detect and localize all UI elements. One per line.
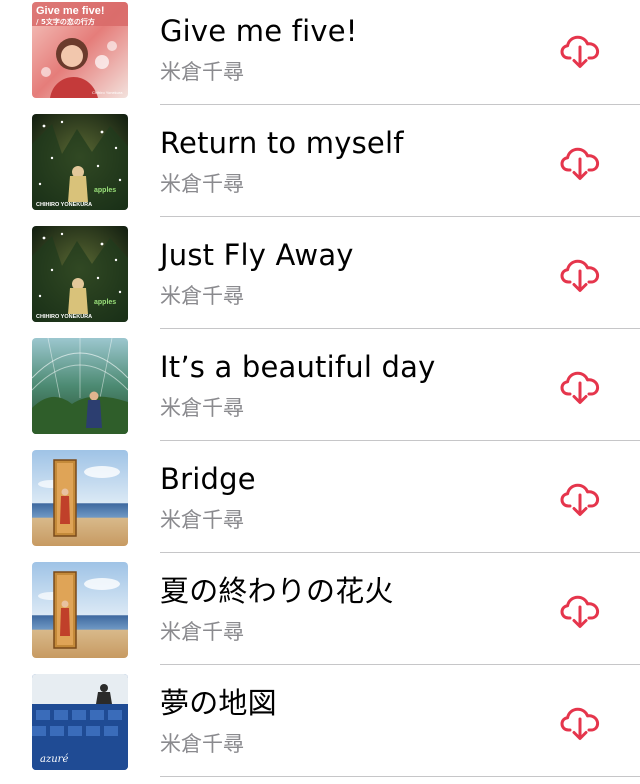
song-artist: 米倉千尋 bbox=[160, 396, 244, 420]
song-title: Bridge bbox=[160, 462, 256, 496]
song-row[interactable]: It’s a beautiful day 米倉千尋 bbox=[0, 336, 640, 448]
row-separator bbox=[160, 216, 640, 217]
cover-subheading: / 5文字の恋の行方 bbox=[36, 17, 95, 26]
cover-brand: apples bbox=[94, 187, 116, 194]
song-row[interactable]: Give me five! / 5文字の恋の行方 Chihiro Yonekur… bbox=[0, 0, 640, 112]
cover-footer: CHIHIRO YONEKURA bbox=[36, 202, 92, 208]
song-artist: 米倉千尋 bbox=[160, 732, 244, 756]
song-title: It’s a beautiful day bbox=[160, 350, 436, 384]
song-artist: 米倉千尋 bbox=[160, 172, 244, 196]
row-separator bbox=[160, 552, 640, 553]
song-row[interactable]: azuré 夢の地図米倉千尋 bbox=[0, 672, 640, 784]
row-separator bbox=[160, 776, 640, 777]
song-artist: 米倉千尋 bbox=[160, 60, 244, 84]
cover-footer: CHIHIRO YONEKURA bbox=[36, 314, 92, 320]
song-title: 夢の地図 bbox=[160, 686, 277, 720]
cover-heading: Give me five! bbox=[36, 5, 104, 17]
cloud-download-icon bbox=[559, 702, 601, 744]
album-artwork: Give me five! / 5文字の恋の行方 Chihiro Yonekur… bbox=[32, 2, 128, 98]
row-separator bbox=[160, 440, 640, 441]
song-row[interactable]: Bridge 米倉千尋 bbox=[0, 448, 640, 560]
album-artwork: apples CHIHIRO YONEKURA bbox=[32, 226, 128, 322]
download-button[interactable] bbox=[559, 478, 601, 520]
song-row[interactable]: 夏の終わりの花火米倉千尋 bbox=[0, 560, 640, 672]
song-title: Just Fly Away bbox=[160, 238, 354, 272]
song-artist: 米倉千尋 bbox=[160, 284, 244, 308]
song-list: Give me five! / 5文字の恋の行方 Chihiro Yonekur… bbox=[0, 0, 640, 777]
album-artwork bbox=[32, 338, 128, 434]
cover-footer: Chihiro Yonekura bbox=[92, 90, 123, 95]
album-artwork: azuré bbox=[32, 674, 128, 770]
song-title: Return to myself bbox=[160, 126, 404, 160]
cloud-download-icon bbox=[559, 30, 601, 72]
download-button[interactable] bbox=[559, 366, 601, 408]
download-button[interactable] bbox=[559, 254, 601, 296]
download-button[interactable] bbox=[559, 702, 601, 744]
row-separator bbox=[160, 328, 640, 329]
song-artist: 米倉千尋 bbox=[160, 620, 244, 644]
song-artist: 米倉千尋 bbox=[160, 508, 244, 532]
album-artwork bbox=[32, 562, 128, 658]
row-separator bbox=[160, 104, 640, 105]
row-separator bbox=[160, 664, 640, 665]
song-title: Give me five! bbox=[160, 14, 358, 48]
song-row[interactable]: apples CHIHIRO YONEKURA Just Fly Away 米倉千尋 bbox=[0, 224, 640, 336]
download-button[interactable] bbox=[559, 30, 601, 72]
song-row[interactable]: apples CHIHIRO YONEKURA Return to myself 米… bbox=[0, 112, 640, 224]
song-title: 夏の終わりの花火 bbox=[160, 574, 394, 608]
cloud-download-icon bbox=[559, 590, 601, 632]
cloud-download-icon bbox=[559, 478, 601, 520]
album-artwork: apples CHIHIRO YONEKURA bbox=[32, 114, 128, 210]
cover-brand: apples bbox=[94, 299, 116, 306]
cover-brand: azuré bbox=[40, 754, 68, 765]
cloud-download-icon bbox=[559, 366, 601, 408]
cloud-download-icon bbox=[559, 142, 601, 184]
download-button[interactable] bbox=[559, 590, 601, 632]
cloud-download-icon bbox=[559, 254, 601, 296]
album-artwork bbox=[32, 450, 128, 546]
download-button[interactable] bbox=[559, 142, 601, 184]
